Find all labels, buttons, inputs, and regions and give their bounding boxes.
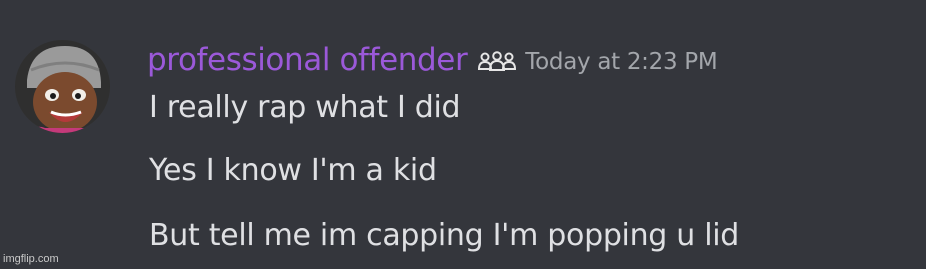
members-icon[interactable] [477, 51, 517, 73]
message-header: professional offender Today at 2:23 PM [147, 38, 718, 82]
message-line: I really rap what I did [149, 90, 461, 125]
message-line: But tell me im capping I'm popping u lid [149, 218, 740, 253]
watermark: imgflip.com [3, 253, 59, 265]
avatar-image [15, 40, 110, 133]
timestamp: Today at 2:23 PM [525, 49, 718, 75]
username[interactable]: professional offender [147, 42, 468, 78]
avatar[interactable] [15, 40, 110, 133]
message-line: Yes I know I'm a kid [149, 153, 437, 188]
